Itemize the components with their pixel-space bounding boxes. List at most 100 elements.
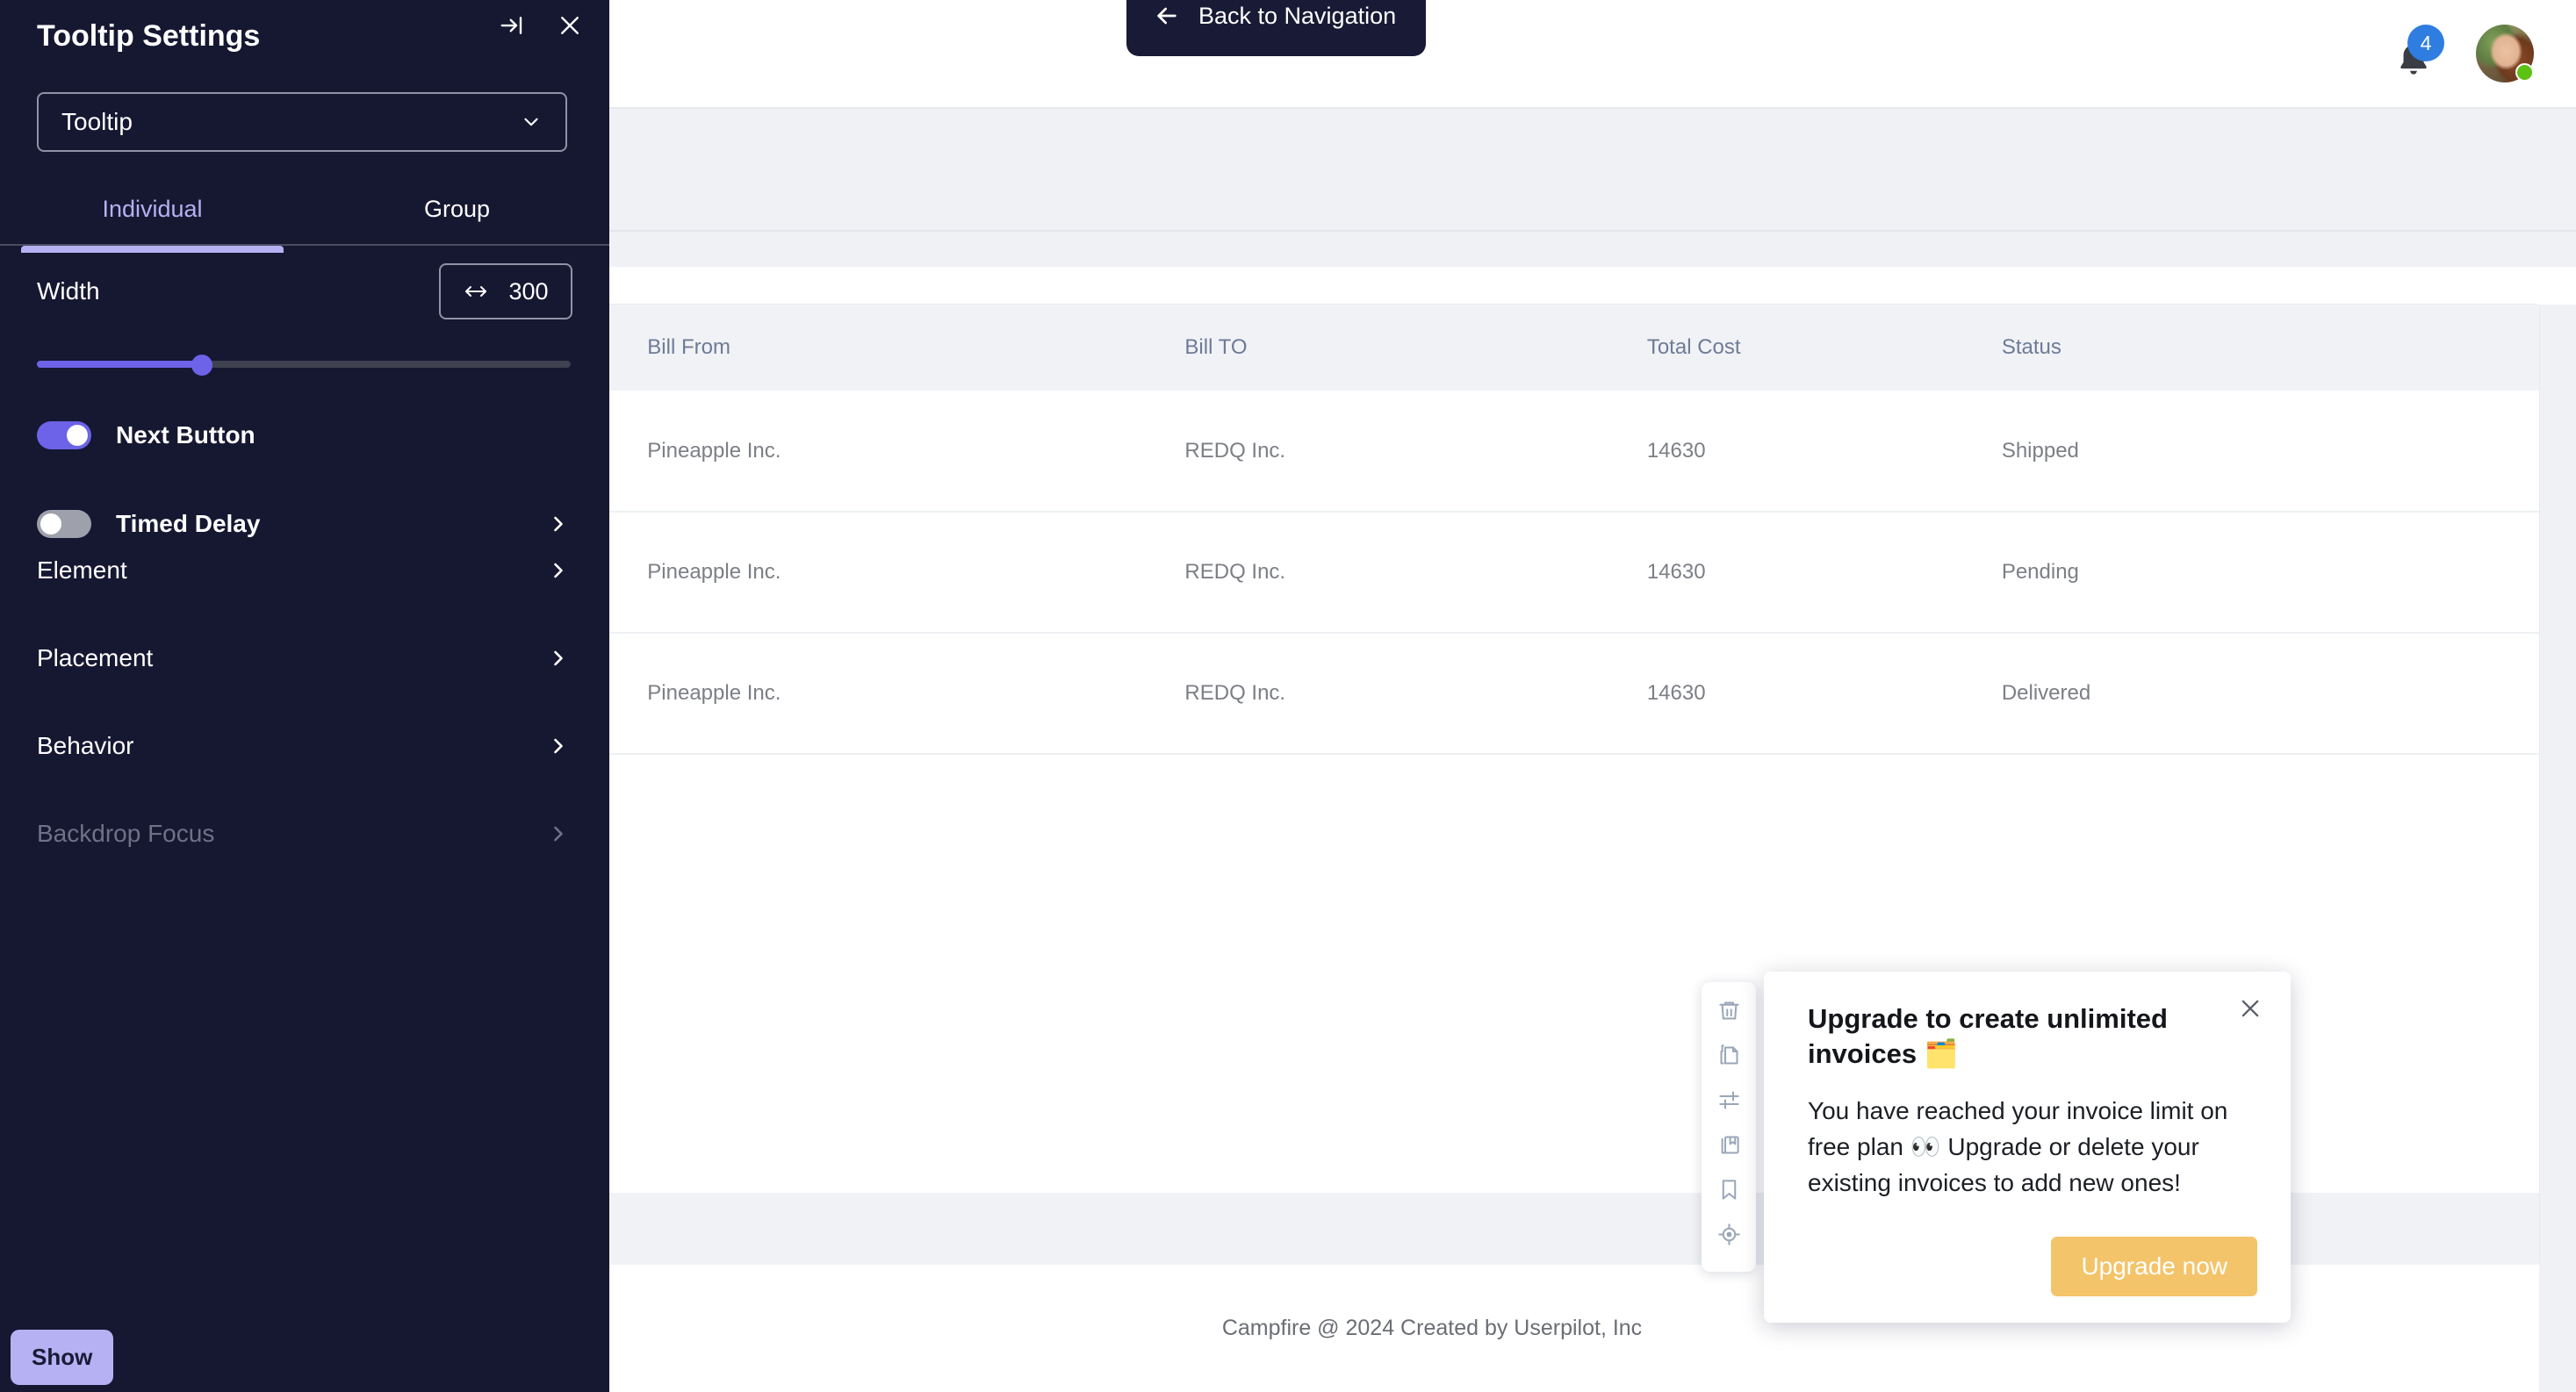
- chevron-right-icon: [546, 558, 571, 583]
- collapse-panel-button[interactable]: [493, 7, 530, 44]
- cell-total-cost: 14630: [1647, 391, 2002, 512]
- nav-item-label: Placement: [37, 644, 153, 672]
- table-row[interactable]: 33 Pineapple Inc. REDQ Inc. 14630 Delive…: [325, 633, 2539, 754]
- close-icon: [2238, 996, 2263, 1021]
- backdrop-focus-chevron: [546, 822, 571, 846]
- avatar[interactable]: [2476, 25, 2534, 83]
- settings-button[interactable]: [1709, 1082, 1748, 1117]
- target-button[interactable]: [1709, 1216, 1748, 1252]
- cell-total-cost: 14630: [1647, 512, 2002, 633]
- next-button-toggle[interactable]: [37, 421, 91, 449]
- timed-delay-chevron: [546, 512, 571, 536]
- show-button[interactable]: Show: [11, 1330, 113, 1385]
- table-row[interactable]: 31 Pineapple Inc. REDQ Inc. 14630 Shippe…: [325, 391, 2539, 512]
- nav-item-placement[interactable]: Placement: [37, 634, 571, 683]
- upgrade-now-button[interactable]: Upgrade now: [2051, 1237, 2257, 1296]
- panel-title: Tooltip Settings: [37, 19, 260, 54]
- table-header-row: Number Bill From Bill TO Total Cost Stat…: [325, 305, 2539, 391]
- tab-group[interactable]: Group: [305, 172, 609, 246]
- slider-thumb[interactable]: [191, 355, 212, 376]
- tab-individual[interactable]: Individual: [0, 172, 305, 246]
- chevron-right-icon: [546, 822, 571, 846]
- notifications-button[interactable]: 4: [2390, 30, 2437, 77]
- next-button-label: Next Button: [116, 421, 255, 449]
- bookmark-button[interactable]: [1709, 1172, 1748, 1207]
- toggle-knob: [67, 425, 88, 446]
- timed-delay-row[interactable]: Timed Delay: [37, 499, 571, 549]
- width-row: Width 300: [37, 263, 572, 319]
- nav-item-element[interactable]: Element: [37, 546, 571, 595]
- arrow-left-icon: [1153, 2, 1181, 30]
- table-body: 31 Pineapple Inc. REDQ Inc. 14630 Shippe…: [325, 391, 2539, 754]
- panel-header-actions: [493, 7, 588, 44]
- cell-bill-from: Pineapple Inc.: [647, 391, 1184, 512]
- back-to-navigation-button[interactable]: Back to Navigation: [1126, 0, 1426, 56]
- panel-divider: [0, 244, 609, 246]
- table-row[interactable]: 32 Pineapple Inc. REDQ Inc. 14630 Pendin…: [325, 512, 2539, 633]
- timed-delay-label: Timed Delay: [116, 510, 260, 538]
- cell-status: Delivered: [2002, 633, 2539, 754]
- resize-horizontal-icon: [463, 283, 489, 300]
- th-bill-to: Bill TO: [1184, 305, 1646, 391]
- cell-bill-to: REDQ Inc.: [1184, 391, 1646, 512]
- th-bill-from: Bill From: [647, 305, 1184, 391]
- cell-total-cost: 14630: [1647, 633, 2002, 754]
- placement-chevron: [546, 646, 571, 671]
- tooltip-actions: Upgrade now: [1808, 1237, 2257, 1296]
- chevron-right-icon: [546, 512, 571, 536]
- cell-bill-to: REDQ Inc.: [1184, 512, 1646, 633]
- nav-item-label: Element: [37, 556, 127, 585]
- element-chevron: [546, 558, 571, 583]
- library-button[interactable]: [1709, 1127, 1748, 1162]
- th-total-cost: Total Cost: [1647, 305, 2002, 391]
- panel-tabs: Individual Group: [0, 172, 609, 246]
- duplicate-button[interactable]: [1709, 1037, 1748, 1073]
- cell-status: Pending: [2002, 512, 2539, 633]
- collapse-right-icon: [499, 12, 525, 39]
- close-icon: [557, 12, 583, 39]
- nav-item-label: Behavior: [37, 732, 134, 760]
- width-value: 300: [508, 278, 548, 305]
- sliders-icon: [1717, 1088, 1741, 1112]
- target-icon: [1717, 1223, 1741, 1246]
- avatar-status-dot: [2515, 63, 2534, 82]
- cell-bill-to: REDQ Inc.: [1184, 633, 1646, 754]
- tooltip-type-select[interactable]: Tooltip: [37, 92, 567, 152]
- cell-bill-from: Pineapple Inc.: [647, 633, 1184, 754]
- chevron-right-icon: [546, 646, 571, 671]
- cell-bill-from: Pineapple Inc.: [647, 512, 1184, 633]
- nav-item-label: Backdrop Focus: [37, 820, 214, 848]
- chevron-right-icon: [546, 734, 571, 758]
- footer-text: Campfire @ 2024 Created by Userpilot, In…: [1222, 1316, 1642, 1341]
- width-label: Width: [37, 277, 100, 305]
- th-status: Status: [2002, 305, 2539, 391]
- cell-status: Shipped: [2002, 391, 2539, 512]
- tooltip-type-value: Tooltip: [61, 108, 133, 136]
- table-head: Number Bill From Bill TO Total Cost Stat…: [325, 305, 2539, 391]
- behavior-chevron: [546, 734, 571, 758]
- tooltip-title: Upgrade to create unlimited invoices 🗂️: [1808, 1001, 2257, 1071]
- bookmark-icon: [1717, 1178, 1741, 1202]
- tooltip-settings-panel: Tooltip Settings Tooltip Individual Grou…: [0, 0, 609, 1392]
- upgrade-tooltip-popup: Upgrade to create unlimited invoices 🗂️ …: [1764, 972, 2291, 1323]
- copy-icon: [1717, 1044, 1741, 1067]
- width-slider[interactable]: [37, 355, 571, 374]
- trash-icon: [1717, 999, 1741, 1022]
- builder-icon-rail: [1702, 982, 1756, 1272]
- toggle-knob: [40, 513, 61, 535]
- nav-item-behavior[interactable]: Behavior: [37, 721, 571, 771]
- library-icon: [1717, 1133, 1741, 1157]
- delete-button[interactable]: [1709, 993, 1748, 1028]
- notification-badge: 4: [2407, 25, 2444, 61]
- chevron-down-icon: [520, 111, 543, 133]
- close-panel-button[interactable]: [551, 7, 588, 44]
- slider-fill: [37, 361, 204, 368]
- tooltip-body: You have reached your invoice limit on f…: [1808, 1094, 2257, 1202]
- invoices-table: Number Bill From Bill TO Total Cost Stat…: [325, 305, 2539, 755]
- back-to-navigation-label: Back to Navigation: [1198, 3, 1396, 30]
- timed-delay-toggle[interactable]: [37, 510, 91, 538]
- next-button-row: Next Button: [37, 411, 571, 460]
- nav-item-backdrop-focus[interactable]: Backdrop Focus: [37, 809, 571, 858]
- width-input[interactable]: 300: [439, 263, 572, 319]
- tooltip-close-button[interactable]: [2233, 991, 2268, 1026]
